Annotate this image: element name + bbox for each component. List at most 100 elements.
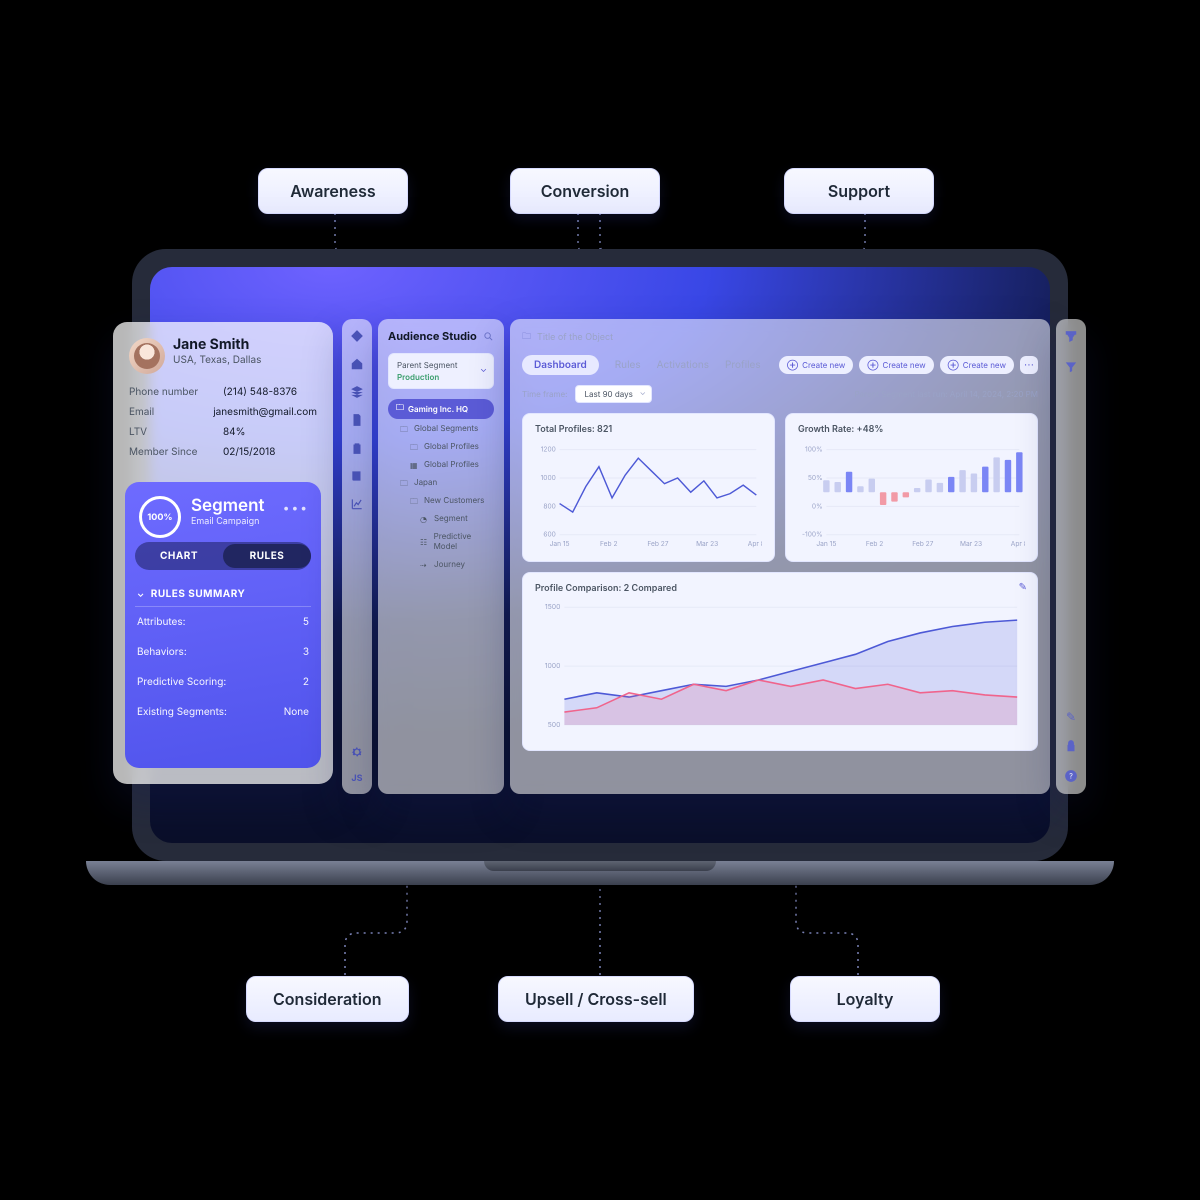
studio-title: Audience Studio bbox=[388, 329, 477, 343]
tab-activations[interactable]: Activations bbox=[657, 359, 709, 371]
chart-icon[interactable] bbox=[350, 497, 364, 511]
tab-rules[interactable]: Rules bbox=[615, 359, 641, 371]
svg-text:Feb 2: Feb 2 bbox=[600, 540, 617, 548]
search-icon[interactable] bbox=[483, 331, 494, 342]
svg-text:0%: 0% bbox=[812, 502, 823, 510]
laptop-notch bbox=[484, 861, 716, 871]
folder-icon: 🗀 bbox=[410, 496, 419, 505]
svg-text:1000: 1000 bbox=[545, 661, 561, 670]
timeframe-select[interactable]: Last 90 days bbox=[575, 385, 651, 403]
lock-icon[interactable] bbox=[1063, 738, 1079, 754]
segment-card: 100% Segment Email Campaign ••• CHART RU… bbox=[125, 482, 321, 768]
layers-icon[interactable] bbox=[350, 385, 364, 399]
area-chart: 500 1000 1500 bbox=[535, 600, 1025, 740]
tab-chart[interactable]: CHART bbox=[135, 544, 223, 568]
card-title: Growth Rate: +48% bbox=[798, 424, 1025, 435]
tree-item[interactable]: ◔Segment bbox=[388, 509, 494, 527]
svg-text:Mar 23: Mar 23 bbox=[696, 540, 718, 548]
tree-item[interactable]: 🗀Global Profiles bbox=[388, 437, 494, 455]
svg-text:100%: 100% bbox=[805, 446, 823, 454]
value-ltv: 84% bbox=[223, 426, 245, 438]
funnel-icon[interactable] bbox=[1063, 359, 1079, 375]
rules-summary-header[interactable]: ⌄RULES SUMMARY bbox=[135, 582, 311, 607]
avatar bbox=[129, 338, 165, 374]
card-profile-comparison: ✎ Profile Comparison: 2 Compared 500 1000… bbox=[522, 572, 1038, 751]
chip-upsell: Upsell / Cross-sell bbox=[498, 976, 694, 1022]
model-icon: ☷ bbox=[420, 537, 429, 546]
chip-consideration: Consideration bbox=[246, 976, 409, 1022]
clipboard-icon[interactable] bbox=[350, 441, 364, 455]
folder-icon: 🗀 bbox=[522, 329, 531, 345]
profile-location: USA, Texas, Dallas bbox=[173, 354, 261, 366]
folder-icon: 🗀 bbox=[400, 478, 409, 487]
svg-text:Mar 23: Mar 23 bbox=[960, 540, 982, 548]
folder-icon: 🗀 bbox=[396, 402, 404, 416]
svg-text:Jan 15: Jan 15 bbox=[550, 540, 570, 548]
tab-rules[interactable]: RULES bbox=[223, 544, 311, 568]
svg-text:Apr 8: Apr 8 bbox=[748, 540, 762, 548]
card-title: Profile Comparison: 2 Compared bbox=[535, 583, 1025, 594]
folder-icon: 🗀 bbox=[410, 442, 419, 451]
dashboard-panel: 🗀 Title of the Object Dashboard Rules Ac… bbox=[510, 319, 1050, 794]
segment-icon: ◔ bbox=[420, 514, 429, 523]
tab-profiles[interactable]: Profiles bbox=[725, 359, 761, 371]
svg-text:-100%: -100% bbox=[802, 531, 823, 539]
tree-item[interactable]: 🗀Global Segments bbox=[388, 419, 494, 437]
svg-text:1000: 1000 bbox=[541, 474, 556, 482]
svg-text:500: 500 bbox=[548, 720, 561, 729]
segment-ring: 100% bbox=[139, 496, 181, 538]
chip-loyalty: Loyalty bbox=[790, 976, 940, 1022]
label-member: Member Since bbox=[129, 446, 207, 458]
tree-item[interactable]: 🗀Japan bbox=[388, 473, 494, 491]
diamond-icon[interactable] bbox=[350, 329, 364, 343]
rail-js-label[interactable]: JS bbox=[351, 773, 362, 784]
home-icon[interactable] bbox=[350, 357, 364, 371]
create-new-button[interactable]: ⊕Create new bbox=[859, 356, 933, 374]
grid-icon: ▦ bbox=[410, 460, 419, 469]
create-new-button[interactable]: ⊕Create new bbox=[940, 356, 1014, 374]
svg-text:Feb 27: Feb 27 bbox=[912, 540, 933, 548]
segment-subtitle: Email Campaign bbox=[191, 516, 259, 527]
breadcrumb: 🗀 Title of the Object bbox=[522, 329, 1038, 345]
folder-icon: 🗀 bbox=[400, 424, 409, 433]
edit-icon[interactable]: ✎ bbox=[1019, 581, 1027, 593]
value-member: 02/15/2018 bbox=[223, 446, 275, 458]
eyedropper-icon[interactable]: ✎ bbox=[1063, 708, 1079, 724]
filter-icon[interactable] bbox=[1063, 329, 1079, 345]
parent-segment-select[interactable]: Parent Segment Production ⌄ bbox=[388, 353, 494, 389]
svg-text:Jan 15: Jan 15 bbox=[816, 540, 836, 548]
label-ltv: LTV bbox=[129, 426, 207, 438]
svg-text:?: ? bbox=[1069, 771, 1073, 780]
svg-text:1200: 1200 bbox=[541, 446, 556, 454]
right-rail: ✎ ? bbox=[1056, 319, 1086, 794]
svg-text:800: 800 bbox=[543, 502, 555, 510]
svg-text:1500: 1500 bbox=[545, 602, 561, 611]
tree-root[interactable]: 🗀 Gaming Inc. HQ bbox=[388, 399, 494, 419]
tree-item[interactable]: 🗀New Customers bbox=[388, 491, 494, 509]
audience-studio-panel: Audience Studio Parent Segment Productio… bbox=[378, 319, 504, 794]
gear-icon[interactable] bbox=[350, 745, 364, 759]
profile-name: Jane Smith bbox=[173, 336, 249, 353]
tab-dashboard[interactable]: Dashboard bbox=[522, 355, 599, 375]
value-phone: (214) 548-8376 bbox=[223, 386, 297, 398]
last-run-text: Parent Segment last run: April 14, 2024,… bbox=[855, 389, 1038, 399]
svg-text:Feb 2: Feb 2 bbox=[866, 540, 883, 548]
svg-text:Feb 27: Feb 27 bbox=[647, 540, 668, 548]
doc-icon[interactable] bbox=[350, 413, 364, 427]
tree-item[interactable]: ▦Global Profiles bbox=[388, 455, 494, 473]
bar-chart: -100%0%50%100%Jan 15Feb 2Feb 27Mar 23Apr… bbox=[798, 441, 1025, 551]
book-icon[interactable] bbox=[350, 469, 364, 483]
nav-rail: JS bbox=[342, 319, 372, 794]
profile-card: Jane Smith USA, Texas, Dallas Phone numb… bbox=[113, 322, 333, 784]
help-icon[interactable]: ? bbox=[1063, 768, 1079, 784]
timeframe-label: Time frame: bbox=[522, 389, 567, 399]
svg-text:Apr 8: Apr 8 bbox=[1011, 540, 1025, 548]
more-button[interactable]: ⋯ bbox=[1020, 356, 1038, 374]
card-title: Total Profiles: 821 bbox=[535, 424, 762, 435]
chevron-down-icon: ⌄ bbox=[480, 364, 487, 375]
create-new-button[interactable]: ⊕Create new bbox=[779, 356, 853, 374]
tree-item[interactable]: ⇢Journey bbox=[388, 555, 494, 573]
segment-more-icon[interactable]: ••• bbox=[283, 500, 309, 515]
line-chart: 60080010001200Jan 15Feb 2Feb 27Mar 23Apr… bbox=[535, 441, 762, 551]
tree-item[interactable]: ☷Predictive Model bbox=[388, 527, 494, 555]
